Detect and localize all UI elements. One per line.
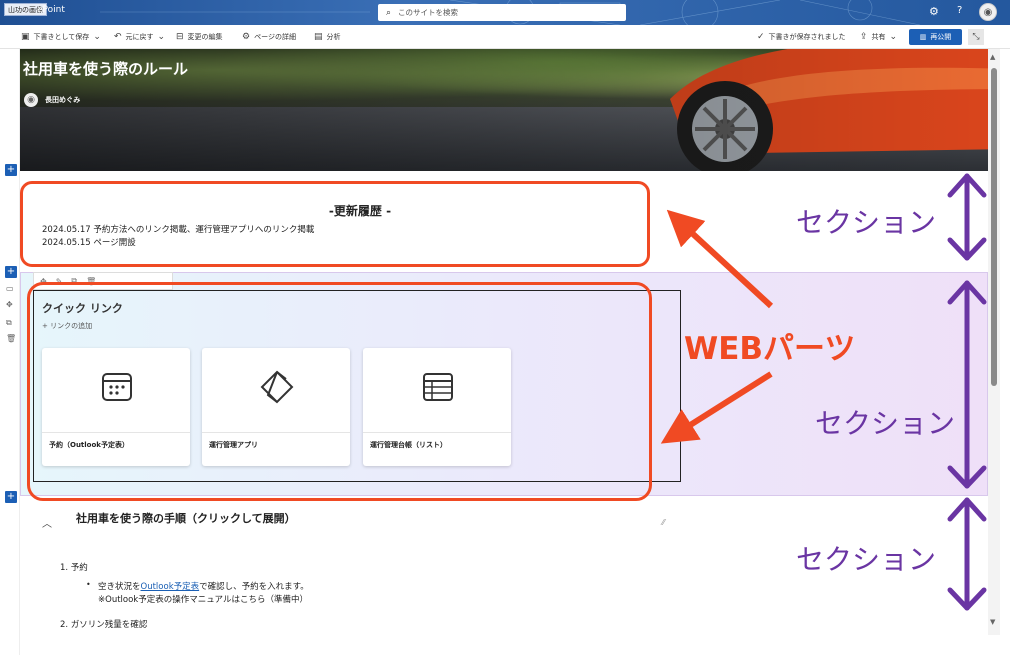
republish-label: 再公開 [930,33,952,41]
chevron-down-icon: ⌄ [157,32,166,42]
page-title[interactable]: 社用車を使う際のルール [23,58,188,79]
left-gutter [0,49,20,655]
share-icon: ⇪ [860,32,868,42]
scroll-down-icon[interactable]: ▼ [990,618,995,626]
chevron-down-icon: ⌄ [889,32,898,42]
draft-saved-label: 下書きが保存されました [768,33,846,41]
republish-icon: ▥ [919,33,927,41]
step-subnote: ※Outlook予定表の操作マニュアルはこちら（準備中） [98,595,308,605]
webpart-highlight-box [27,282,652,501]
suite-bar: 山功の画像 ePoint ⌕ このサイトを検索 ⚙ ? ◉ [0,0,1010,25]
duplicate-section-icon[interactable]: ⧉ [6,318,12,328]
section-arrowhead-down [947,587,987,611]
delete-section-icon[interactable]: 🗑 [6,334,16,343]
section-annotation: セクション [796,206,937,239]
search-icon: ⌕ [386,7,392,18]
step-heading: 2. ガソリン残量を確認 [60,620,148,630]
analytics-icon: ▤ [314,32,323,42]
help-icon[interactable]: ? [957,5,962,16]
analytics-label: 分析 [326,33,341,41]
page-details-button[interactable]: ⚙ ページの詳細 [242,32,296,42]
save-draft-label: 下書きとして保存 [33,33,90,41]
save-draft-button[interactable]: ▣ 下書きとして保存 ⌄ [21,32,101,42]
scrollbar-thumb[interactable] [991,68,997,386]
outlook-calendar-link[interactable]: Outlook予定表 [141,582,200,592]
edit-changes-button[interactable]: ⊟ 変更の編集 [176,32,223,42]
move-section-icon[interactable]: ✥ [6,300,13,309]
undo-label: 元に戻す [125,33,154,41]
webparts-annotation: WEBパーツ [684,331,856,367]
step-bullet: 空き状況をOutlook予定表で確認し、予約を入れます。 [98,580,309,592]
site-name[interactable]: ePoint [37,5,65,15]
add-section-button[interactable]: + [5,266,17,278]
step-heading: 1. 予約 [60,563,88,573]
author-name: 長田めぐみ [45,96,81,104]
edit-section-icon[interactable]: ▭ [6,284,14,293]
search-placeholder: このサイトを検索 [398,8,459,17]
chevron-up-icon[interactable]: ︿ [42,515,52,530]
scroll-up-icon[interactable]: ▲ [990,53,995,61]
share-button[interactable]: ⇪ 共有 ⌄ [860,32,897,42]
section-annotation: セクション [815,407,956,440]
bullet-text: で確認し、予約を入れます。 [199,582,309,592]
user-avatar[interactable]: ◉ [979,3,997,21]
section-highlight-box [20,181,650,267]
page-details-label: ページの詳細 [254,33,296,41]
command-bar: ▣ 下書きとして保存 ⌄ ↶ 元に戻す ⌄ ⊟ 変更の編集 ⚙ ページの詳細 ▤… [0,25,1010,49]
chevron-down-icon: ⌄ [93,32,101,42]
save-icon: ▣ [21,32,30,42]
share-label: 共有 [871,33,886,41]
undo-icon: ↶ [114,32,122,42]
republish-button[interactable]: ▥ 再公開 [909,29,962,45]
gear-icon[interactable]: ⚙ [929,5,939,18]
accordion-title[interactable]: 社用車を使う際の手順（クリックして展開） [76,510,296,526]
search-input[interactable]: ⌕ このサイトを検索 [378,4,626,21]
check-icon: ✓ [757,32,765,42]
section-annotation: セクション [796,543,937,576]
edit-changes-label: 変更の編集 [187,33,223,41]
edit-changes-icon: ⊟ [176,32,184,42]
section-arrowhead-up [947,497,987,522]
settings-icon: ⚙ [242,32,251,42]
undo-button[interactable]: ↶ 元に戻す ⌄ [114,32,165,42]
resize-grip-icon[interactable]: ⁄⁄ [662,518,665,527]
analytics-button[interactable]: ▤ 分析 [314,32,341,42]
author-avatar: ◉ [24,93,38,107]
collapse-icon[interactable]: ⤡ [968,29,984,45]
bullet-text: 空き状況を [98,582,141,592]
draft-saved-status: ✓ 下書きが保存されました [757,32,846,42]
add-section-button[interactable]: + [5,164,17,176]
bullet-dot: • [86,580,91,589]
add-section-button[interactable]: + [5,491,17,503]
section-arrowhead-up [947,173,987,198]
section-arrowhead-down [947,237,987,261]
